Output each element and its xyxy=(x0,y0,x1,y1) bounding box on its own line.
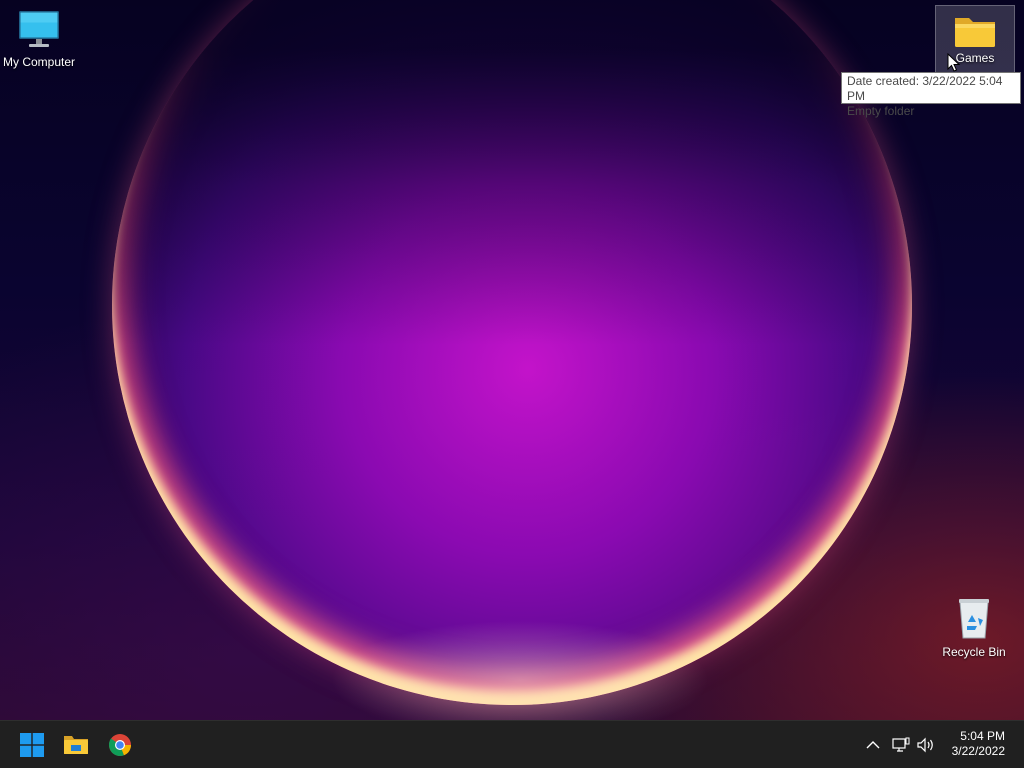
folder-icon xyxy=(64,736,88,754)
clock-date: 3/22/2022 xyxy=(951,744,1005,758)
clock-time: 5:04 PM xyxy=(960,729,1005,743)
chevron-up-icon xyxy=(866,741,880,749)
taskbar: 5:04 PM 3/22/2022 xyxy=(0,720,1024,768)
file-explorer-button[interactable] xyxy=(60,729,92,761)
recycle-bin-label: Recycle Bin xyxy=(942,645,1006,659)
mouse-cursor-icon xyxy=(947,53,961,72)
folder-icon xyxy=(955,18,995,47)
show-hidden-icons-button[interactable] xyxy=(863,735,883,755)
windows-logo-icon xyxy=(20,733,44,757)
folder-tooltip: Date created: 3/22/2022 5:04 PM Empty fo… xyxy=(841,72,1021,118)
wallpaper-orb-shade xyxy=(112,0,912,705)
desktop-icon-my-computer[interactable]: My Computer xyxy=(0,8,78,69)
my-computer-label: My Computer xyxy=(2,55,76,69)
taskbar-clock[interactable]: 5:04 PM 3/22/2022 xyxy=(952,729,1005,759)
speaker-icon xyxy=(917,737,933,753)
network-status-button[interactable] xyxy=(891,735,911,755)
recycle-bin-icon xyxy=(959,599,989,639)
tooltip-date-created: Date created: 3/22/2022 5:04 PM xyxy=(847,74,1003,103)
monitor-icon xyxy=(19,11,59,47)
chrome-icon xyxy=(108,734,132,757)
network-icon xyxy=(892,737,910,752)
chrome-button[interactable] xyxy=(104,729,136,761)
start-button[interactable] xyxy=(16,729,48,761)
tooltip-folder-status: Empty folder xyxy=(847,104,915,118)
desktop-icon-recycle-bin[interactable]: Recycle Bin xyxy=(935,596,1013,659)
volume-button[interactable] xyxy=(916,735,936,755)
